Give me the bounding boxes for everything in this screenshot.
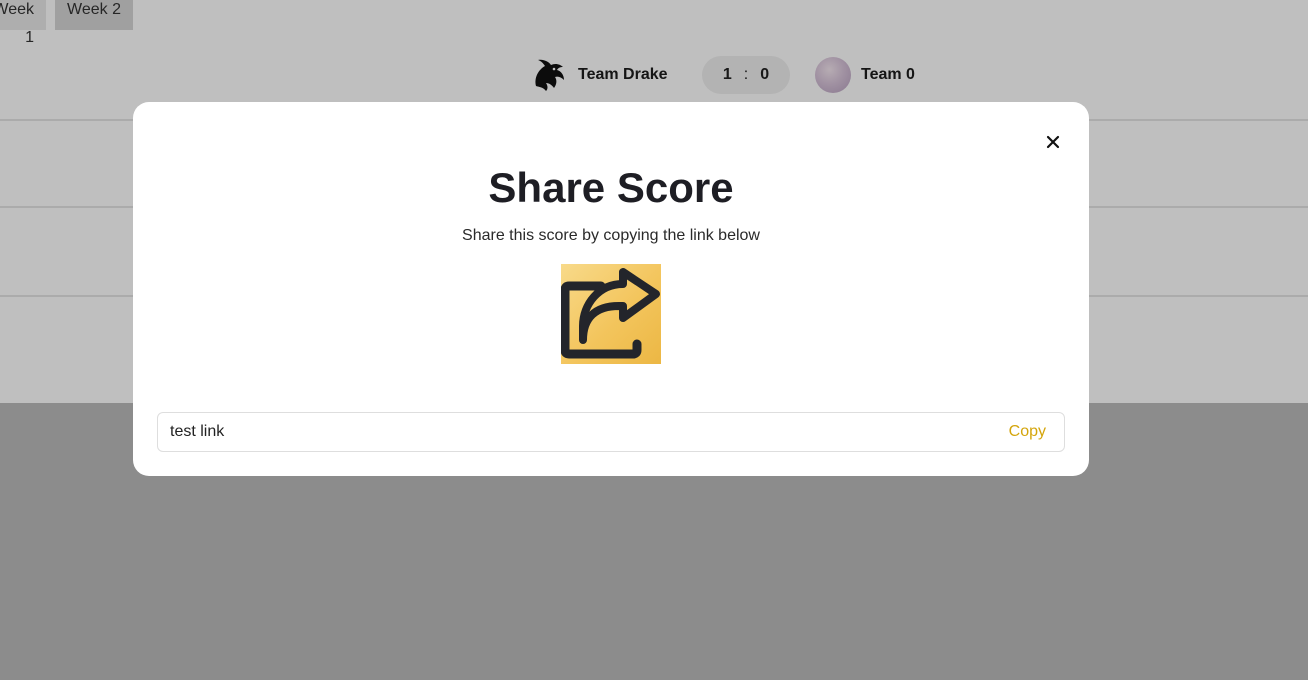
modal-title: Share Score xyxy=(488,164,734,211)
close-button[interactable] xyxy=(1041,130,1065,154)
modal-subtitle: Share this score by copying the link bel… xyxy=(462,227,760,244)
page: Week 1 Week 2 Team Drake 1 : 0 Team 0 Sh… xyxy=(0,0,1308,680)
copy-button[interactable]: Copy xyxy=(1009,413,1046,451)
close-icon xyxy=(1046,135,1060,149)
share-link-input[interactable] xyxy=(170,413,990,451)
share-link-field: Copy xyxy=(157,412,1065,452)
share-score-modal: Share Score Share this score by copying … xyxy=(133,102,1089,476)
share-illustration xyxy=(561,264,661,364)
share-icon xyxy=(561,268,660,359)
